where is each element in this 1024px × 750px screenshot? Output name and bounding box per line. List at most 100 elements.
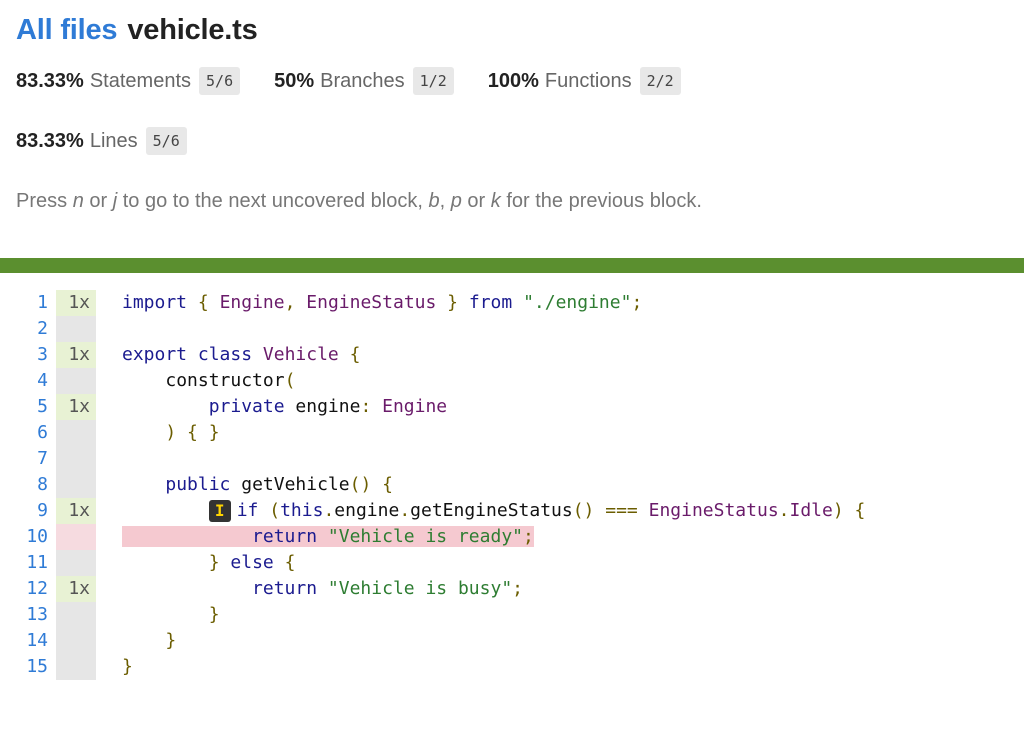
functions-label: Functions — [544, 69, 632, 92]
punct: { — [197, 292, 209, 313]
punct: { — [382, 474, 393, 495]
type-name: Vehicle — [262, 344, 339, 365]
keyword: this — [280, 500, 324, 521]
line-code: } else { — [96, 550, 296, 576]
line-number[interactable]: 9 — [0, 498, 56, 524]
coverage-stats-row: 83.33% Statements 5/6 50% Branches 1/2 1… — [16, 66, 1008, 96]
line-code: return "Vehicle is busy"; — [96, 576, 523, 602]
hit-count — [56, 524, 96, 550]
hit-count — [56, 446, 96, 472]
line-number[interactable]: 12 — [0, 576, 56, 602]
if-path-not-taken-icon: I — [208, 500, 231, 522]
line-code: private engine: Engine — [96, 394, 447, 420]
line-number[interactable]: 1 — [0, 290, 56, 316]
branches-stat: 50% Branches 1/2 — [274, 67, 454, 95]
hit-count — [56, 654, 96, 680]
keyword: return — [252, 578, 318, 599]
line-number[interactable]: 14 — [0, 628, 56, 654]
punct: } — [447, 292, 459, 313]
statements-stat: 83.33% Statements 5/6 — [16, 67, 241, 95]
keyword: import — [122, 292, 188, 313]
line-number[interactable]: 3 — [0, 342, 56, 368]
hit-count — [56, 472, 96, 498]
line-number[interactable]: 15 — [0, 654, 56, 680]
punct: } — [122, 656, 133, 677]
code-line: 9 1x Iif (this.engine.getEngineStatus() … — [0, 498, 1024, 524]
line-number[interactable]: 2 — [0, 316, 56, 342]
type-name: Idle — [789, 500, 833, 521]
lines-label: Lines — [89, 129, 138, 152]
keyword: public — [165, 474, 231, 495]
line-code: public getVehicle() { — [96, 472, 393, 498]
identifier: engine — [295, 396, 361, 417]
statements-fraction: 5/6 — [199, 67, 241, 95]
code-line: 8 public getVehicle() { — [0, 472, 1024, 498]
functions-stat: 100% Functions 2/2 — [488, 67, 681, 95]
line-number[interactable]: 10 — [0, 524, 56, 550]
line-number[interactable]: 7 — [0, 446, 56, 472]
punct: . — [323, 500, 335, 521]
branches-label: Branches — [320, 69, 405, 92]
keyword: export — [122, 344, 188, 365]
page-title: All files vehicle.ts — [16, 10, 1008, 50]
all-files-link[interactable]: All files — [16, 14, 118, 46]
keyword: class — [197, 344, 253, 365]
code-line: 3 1x export class Vehicle { — [0, 342, 1024, 368]
punct: () — [349, 474, 372, 495]
hint-key: k — [490, 190, 501, 212]
lines-stat: 83.33% Lines 5/6 — [16, 127, 187, 155]
hint-key: p — [450, 190, 462, 212]
line-code: constructor( — [96, 368, 295, 394]
statements-pct: 83.33% — [16, 69, 84, 92]
line-code: import { Engine, EngineStatus } from "./… — [96, 290, 642, 316]
code-line: 12 1x return "Vehicle is busy"; — [0, 576, 1024, 602]
code-line: 5 1x private engine: Engine — [0, 394, 1024, 420]
hit-count — [56, 602, 96, 628]
code-line: 14 } — [0, 628, 1024, 654]
line-code: return "Vehicle is ready"; — [96, 524, 534, 550]
keyword: from — [468, 292, 513, 313]
code-line: 2 — [0, 316, 1024, 342]
identifier: getEngineStatus — [410, 500, 573, 521]
line-number[interactable]: 8 — [0, 472, 56, 498]
punct: { — [349, 344, 361, 365]
line-number[interactable]: 6 — [0, 420, 56, 446]
line-number[interactable]: 4 — [0, 368, 56, 394]
hit-count: 1x — [56, 342, 96, 368]
punct: } — [208, 604, 220, 625]
punct: ; — [523, 526, 534, 547]
line-code: } — [96, 654, 133, 680]
line-number[interactable]: 13 — [0, 602, 56, 628]
punct: , — [284, 292, 296, 313]
keyword: else — [230, 552, 274, 573]
line-code: Iif (this.engine.getEngineStatus() === E… — [96, 498, 865, 524]
lines-pct: 83.33% — [16, 129, 84, 152]
line-code: ) { } — [96, 420, 219, 446]
hint-key: n — [72, 190, 84, 212]
line-number[interactable]: 11 — [0, 550, 56, 576]
identifier: constructor — [165, 370, 285, 391]
file-name: vehicle.ts — [127, 14, 258, 46]
uncovered-statement-highlight: return "Vehicle is ready"; — [122, 526, 534, 547]
hit-count — [56, 550, 96, 576]
keyboard-hint: Press n or j to go to the next uncovered… — [16, 190, 1008, 213]
hint-key: b — [428, 190, 440, 212]
punct: . — [399, 500, 411, 521]
punct: } — [165, 630, 177, 651]
line-number[interactable]: 5 — [0, 394, 56, 420]
code-line: 13 } — [0, 602, 1024, 628]
punct: () — [572, 500, 595, 521]
string: "Vehicle is ready" — [327, 526, 523, 547]
line-code: } — [96, 628, 176, 654]
report-header: All files vehicle.ts 83.33% Statements 5/… — [0, 0, 1024, 213]
type-name: Engine — [219, 292, 285, 313]
hit-count — [56, 368, 96, 394]
string: "Vehicle is busy" — [327, 578, 513, 599]
hint-text: to go to the next uncovered block, — [117, 190, 429, 212]
hit-count — [56, 316, 96, 342]
line-code: } — [96, 602, 220, 628]
coverage-stats-row-2: 83.33% Lines 5/6 — [16, 126, 1008, 156]
code-line: 11 } else { — [0, 550, 1024, 576]
type-name: Engine — [382, 396, 448, 417]
functions-fraction: 2/2 — [639, 67, 681, 95]
